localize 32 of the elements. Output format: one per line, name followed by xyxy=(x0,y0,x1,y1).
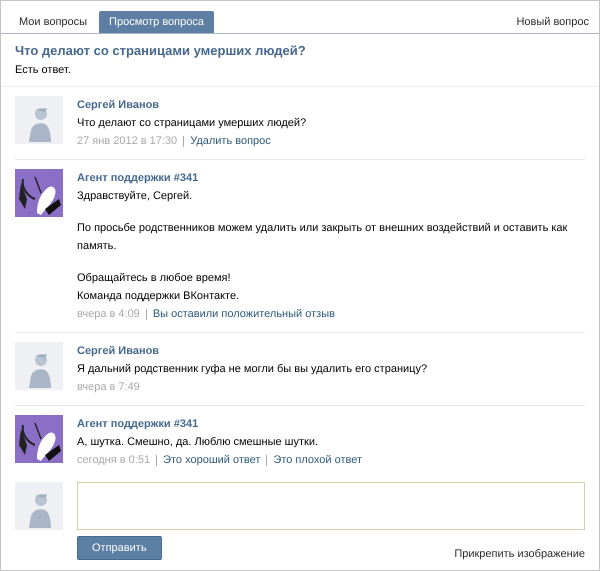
avatar-icon xyxy=(15,482,63,530)
question-title: Что делают со страницами умерших людей? xyxy=(15,43,307,58)
author-name[interactable]: Сергей Иванов xyxy=(77,342,428,360)
avatar-icon xyxy=(15,342,63,390)
action-link[interactable]: Это хороший ответ xyxy=(163,451,260,469)
action-link[interactable]: Вы оставили положительный отзыв xyxy=(152,305,335,323)
attach-image-link[interactable]: Прикрепить изображение xyxy=(454,548,585,560)
message-time: 27 янв 2012 в 17:30 xyxy=(77,134,178,149)
author-name[interactable]: Сергей Иванов xyxy=(77,96,306,114)
message-text: А, шутка. Смешно, да. Люблю смешные шутки. xyxy=(77,435,320,450)
question-status: Есть ответ. xyxy=(15,64,72,76)
author-name[interactable]: Агент поддержки #341 xyxy=(77,415,362,433)
tab[interactable]: Мои вопросы xyxy=(9,11,98,33)
avatar-icon xyxy=(15,415,63,463)
author-name[interactable]: Агент поддержки #341 xyxy=(77,169,585,187)
action-link[interactable]: Это плохой ответ xyxy=(273,451,362,469)
message-text: Обращайтесь в любое время! xyxy=(77,271,232,286)
message-text: Что делают со страницами умерших людей? xyxy=(77,116,306,131)
new-question-link[interactable]: Новый вопрос xyxy=(516,11,591,33)
message-time: вчера в 4:09 xyxy=(77,307,140,322)
message-text: По просьбе родственников можем удалить или закрыть от внешних воздействий и оставить как память. xyxy=(77,221,568,254)
message-text: Здравствуйте, Сергей. xyxy=(77,189,194,204)
avatar-icon xyxy=(15,169,63,217)
action-link[interactable]: Удалить вопрос xyxy=(190,132,271,150)
reply-field[interactable] xyxy=(77,482,585,530)
message-time: вчера в 7:49 xyxy=(77,380,140,395)
message-time: сегодня в 0:51 xyxy=(77,453,150,468)
send-button[interactable]: Отправить xyxy=(77,536,162,560)
message-text: Команда поддержки ВКонтакте. xyxy=(77,289,240,304)
message-text: Я дальний родственник гуфа не могли бы вы удалить его страницу? xyxy=(77,362,428,377)
tab[interactable]: Просмотр вопроса xyxy=(99,11,214,33)
avatar-icon xyxy=(15,96,63,144)
